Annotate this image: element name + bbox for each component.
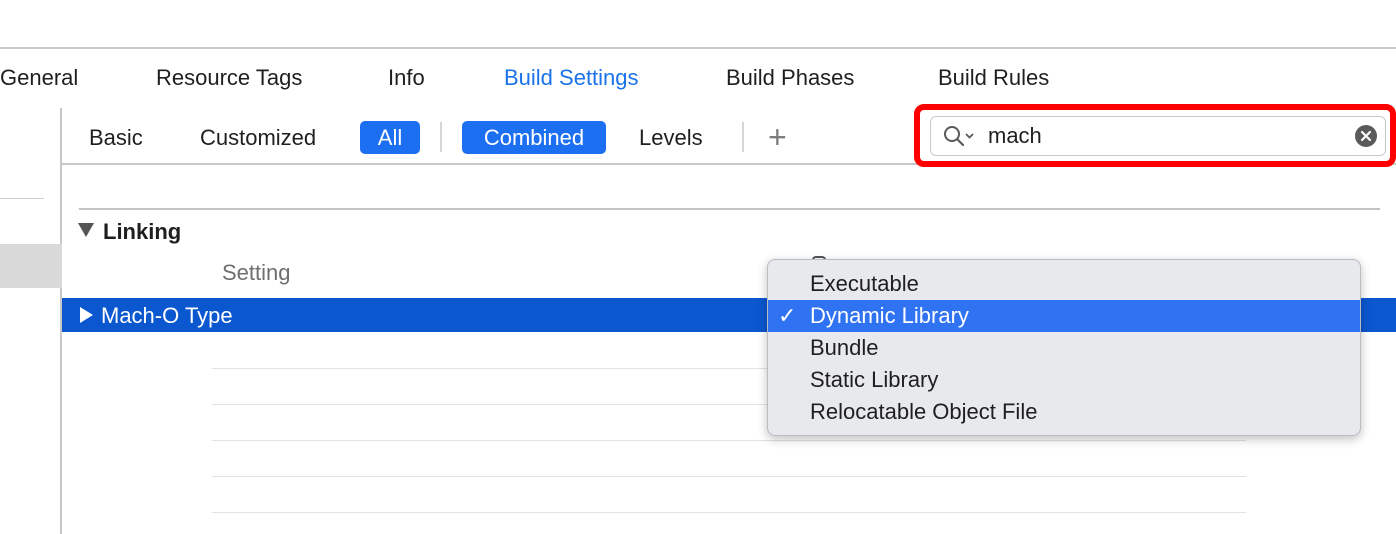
sidebar-separator bbox=[0, 198, 44, 199]
view-combined-button[interactable]: Combined bbox=[462, 121, 606, 154]
disclosure-open-icon[interactable] bbox=[78, 223, 94, 237]
sidebar-selected-item[interactable] bbox=[0, 244, 62, 288]
tab-build-rules[interactable]: Build Rules bbox=[938, 65, 1049, 91]
menu-item-label: Dynamic Library bbox=[810, 303, 969, 328]
window-top-divider bbox=[0, 47, 1396, 49]
filter-basic-button[interactable]: Basic bbox=[89, 121, 143, 154]
tab-info[interactable]: Info bbox=[388, 65, 425, 91]
tab-build-phases[interactable]: Build Phases bbox=[726, 65, 854, 91]
view-levels-button[interactable]: Levels bbox=[639, 121, 703, 154]
menu-item-bundle[interactable]: Bundle bbox=[768, 332, 1360, 364]
add-setting-button[interactable]: + bbox=[768, 119, 787, 155]
filter-divider bbox=[440, 122, 442, 152]
empty-row-divider bbox=[212, 476, 1246, 477]
checkmark-icon: ✓ bbox=[778, 303, 797, 328]
menu-item-relocatable-object-file[interactable]: Relocatable Object File bbox=[768, 396, 1360, 428]
disclosure-closed-icon[interactable] bbox=[80, 307, 93, 323]
menu-item-label: Executable bbox=[810, 271, 919, 296]
tab-general[interactable]: General bbox=[0, 65, 78, 91]
search-icon[interactable] bbox=[943, 124, 979, 148]
mach-o-type-popup-menu: Executable ✓ Dynamic Library Bundle Stat… bbox=[767, 259, 1361, 436]
menu-item-label: Bundle bbox=[810, 335, 879, 360]
filter-customized-button[interactable]: Customized bbox=[200, 121, 316, 154]
tab-build-settings[interactable]: Build Settings bbox=[504, 65, 639, 91]
menu-item-executable[interactable]: Executable bbox=[768, 268, 1360, 300]
filter-divider bbox=[742, 122, 744, 152]
menu-item-dynamic-library[interactable]: ✓ Dynamic Library bbox=[768, 300, 1360, 332]
search-input[interactable] bbox=[988, 120, 1338, 152]
menu-item-label: Relocatable Object File bbox=[810, 399, 1038, 424]
empty-row-divider bbox=[212, 440, 1246, 441]
column-header-setting: Setting bbox=[222, 260, 291, 285]
section-title-linking: Linking bbox=[103, 219, 182, 244]
filter-all-button[interactable]: All bbox=[360, 121, 420, 154]
empty-row-divider bbox=[212, 512, 1246, 513]
tab-resource-tags[interactable]: Resource Tags bbox=[156, 65, 302, 91]
setting-name-mach-o-type[interactable]: Mach-O Type bbox=[101, 303, 233, 329]
menu-item-label: Static Library bbox=[810, 367, 939, 392]
content-divider bbox=[79, 208, 1380, 210]
menu-item-static-library[interactable]: Static Library bbox=[768, 364, 1360, 396]
clear-search-icon[interactable] bbox=[1355, 125, 1377, 147]
